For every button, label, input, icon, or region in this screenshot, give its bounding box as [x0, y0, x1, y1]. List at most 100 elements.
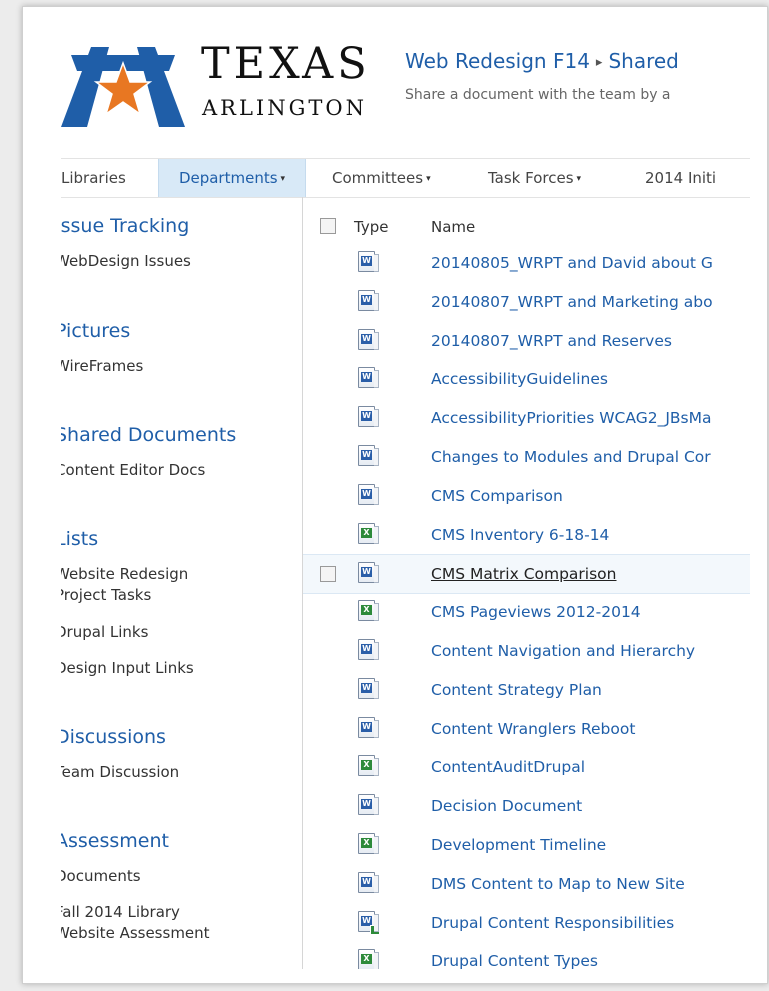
document-name-link[interactable]: Development Timeline — [431, 826, 606, 864]
word-document-icon[interactable]: W — [358, 639, 379, 660]
document-name-link[interactable]: AccessibilityGuidelines — [431, 360, 608, 398]
sidebar-heading-discussions[interactable]: Discussions — [61, 726, 166, 748]
nav-departments[interactable]: Departments ▾ — [158, 159, 306, 197]
nav-committees-label: Committees — [332, 169, 424, 187]
document-name-link[interactable]: Content Strategy Plan — [431, 671, 602, 709]
checked-out-badge-icon — [370, 924, 380, 935]
nav-libraries[interactable]: Libraries — [61, 159, 157, 197]
sidebar-item-design-input-links[interactable]: Design Input Links — [61, 658, 194, 679]
table-row[interactable]: X ContentAuditDrupal — [303, 748, 750, 786]
document-name-link[interactable]: Content Wranglers Reboot — [431, 710, 635, 748]
sidebar-item-team-discussion[interactable]: Team Discussion — [61, 762, 179, 783]
word-document-icon[interactable]: W — [358, 910, 380, 935]
document-name-link[interactable]: 20140807_WRPT and Marketing abo — [431, 283, 713, 321]
word-document-icon[interactable]: W — [358, 406, 379, 428]
word-document-icon[interactable]: W — [358, 289, 379, 311]
document-name-link[interactable]: AccessibilityPriorities WCAG2_JBsMa — [431, 399, 711, 437]
document-name-link[interactable]: CMS Inventory 6-18-14 — [431, 516, 609, 554]
sharepoint-page: TEXAS ARLINGTON Web Redesign F14 ▸ Shared … — [61, 7, 750, 969]
browser-frame: TEXAS ARLINGTON Web Redesign F14 ▸ Shared … — [22, 6, 768, 984]
document-name-link[interactable]: CMS Comparison — [431, 477, 563, 515]
table-row[interactable]: W CMS Matrix Comparison — [303, 554, 750, 595]
table-row[interactable]: X Drupal Content Types — [303, 942, 750, 969]
sidebar-item-fall-2014-library-website-assessment[interactable]: Fall 2014 Library Website Assessment — [61, 902, 235, 944]
row-checkbox[interactable] — [320, 566, 336, 583]
sidebar-item-webdesign-issues[interactable]: WebDesign Issues — [61, 251, 191, 272]
excel-document-icon[interactable]: X — [358, 522, 379, 544]
table-row[interactable]: W 20140807_WRPT and Marketing abo — [303, 283, 750, 321]
document-name-link[interactable]: Drupal Content Responsibilities — [431, 904, 674, 942]
select-all-checkbox[interactable] — [320, 218, 336, 234]
table-row[interactable]: W Decision Document — [303, 787, 750, 825]
document-name-link[interactable]: Content Navigation and Hierarchy — [431, 632, 695, 670]
word-document-icon[interactable]: W — [358, 367, 379, 389]
table-row[interactable]: X CMS Inventory 6-18-14 — [303, 516, 750, 554]
sidebar-item-content-editor-docs[interactable]: Content Editor Docs — [61, 460, 205, 481]
excel-document-icon[interactable]: X — [358, 755, 379, 777]
table-row[interactable]: W AccessibilityPriorities WCAG2_JBsMa — [303, 399, 750, 437]
word-document-icon[interactable]: W — [358, 251, 379, 272]
chevron-down-icon: ▾ — [426, 174, 431, 184]
breadcrumb-site-link[interactable]: Web Redesign F14 — [405, 49, 590, 73]
nav-task-forces-label: Task Forces — [488, 169, 574, 187]
document-library-list: Type Name W 20140805_WRPT and David about… — [303, 197, 750, 969]
column-header-type[interactable]: Type — [354, 218, 388, 236]
logo-arlington-text: ARLINGTON — [202, 96, 367, 120]
sidebar-heading-shared-documents[interactable]: Shared Documents — [61, 424, 236, 446]
word-document-icon[interactable]: W — [358, 483, 379, 505]
column-header-name[interactable]: Name — [431, 218, 475, 236]
sidebar-heading-assessment[interactable]: Assessment — [61, 830, 169, 852]
document-name-link[interactable]: Changes to Modules and Drupal Cor — [431, 438, 711, 476]
nav-committees[interactable]: Committees ▾ — [332, 159, 431, 197]
table-row[interactable]: W Content Wranglers Reboot — [303, 710, 750, 748]
nav-2014-initiatives[interactable]: 2014 Initi — [645, 159, 716, 197]
document-name-link[interactable]: Drupal Content Types — [431, 942, 598, 969]
chevron-down-icon: ▾ — [576, 174, 582, 184]
word-document-icon[interactable]: W — [358, 794, 379, 816]
document-name-link[interactable]: 20140805_WRPT and David about G — [431, 244, 713, 282]
document-name-link[interactable]: CMS Matrix Comparison — [431, 555, 617, 593]
site-description: Share a document with the team by a — [405, 87, 671, 103]
table-row[interactable]: W 20140805_WRPT and David about G — [303, 244, 750, 282]
word-document-icon[interactable]: W — [358, 871, 379, 893]
document-name-link[interactable]: 20140807_WRPT and Reserves — [431, 322, 672, 360]
sidebar-item-drupal-links[interactable]: Drupal Links — [61, 622, 148, 643]
logo-texas-text: TEXAS — [201, 39, 371, 89]
table-row[interactable]: W Drupal Content Responsibilities — [303, 904, 750, 942]
nav-2014-initiatives-label: 2014 Initi — [645, 169, 717, 187]
document-name-link[interactable]: CMS Pageviews 2012-2014 — [431, 593, 641, 631]
word-document-icon[interactable]: W — [358, 445, 379, 466]
table-row[interactable]: W CMS Comparison — [303, 477, 750, 515]
nav-departments-label: Departments — [178, 169, 278, 187]
table-row[interactable]: X Development Timeline — [303, 826, 750, 864]
word-document-icon[interactable]: W — [358, 716, 379, 738]
sidebar-item-documents[interactable]: Documents — [61, 866, 141, 887]
chevron-down-icon: ▾ — [280, 174, 286, 184]
excel-document-icon[interactable]: X — [358, 600, 379, 622]
excel-document-icon[interactable]: X — [358, 833, 379, 854]
table-row[interactable]: W Changes to Modules and Drupal Cor — [303, 438, 750, 476]
word-document-icon[interactable]: W — [358, 677, 379, 699]
nav-task-forces[interactable]: Task Forces ▾ — [488, 159, 581, 197]
site-logo[interactable]: TEXAS ARLINGTON — [61, 7, 407, 140]
table-row[interactable]: W 20140807_WRPT and Reserves — [303, 322, 750, 360]
ut-arlington-star-logo-icon — [61, 47, 185, 127]
sidebar-item-wireframes[interactable]: WireFrames — [61, 356, 143, 377]
sidebar-heading-lists[interactable]: Lists — [61, 528, 98, 550]
table-row[interactable]: W Content Navigation and Hierarchy — [303, 632, 750, 670]
word-document-icon[interactable]: W — [358, 562, 379, 584]
excel-document-icon[interactable]: X — [358, 949, 379, 969]
breadcrumb-separator-icon: ▸ — [595, 55, 603, 70]
table-row[interactable]: W DMS Content to Map to New Site — [303, 865, 750, 903]
sidebar-heading-pictures[interactable]: Pictures — [61, 320, 130, 342]
table-row[interactable]: W Content Strategy Plan — [303, 671, 750, 709]
table-row[interactable]: X CMS Pageviews 2012-2014 — [303, 593, 750, 631]
sidebar-heading-issue-tracking[interactable]: Issue Tracking — [61, 215, 189, 237]
quick-launch-sidebar: Issue Tracking WebDesign Issues Pictures… — [61, 197, 303, 969]
table-row[interactable]: W AccessibilityGuidelines — [303, 360, 750, 398]
document-name-link[interactable]: DMS Content to Map to New Site — [431, 865, 685, 903]
sidebar-item-website-redesign-project-tasks[interactable]: Website Redesign Project Tasks — [61, 564, 225, 606]
document-name-link[interactable]: ContentAuditDrupal — [431, 748, 585, 786]
document-name-link[interactable]: Decision Document — [431, 787, 582, 825]
word-document-icon[interactable]: W — [358, 328, 379, 350]
